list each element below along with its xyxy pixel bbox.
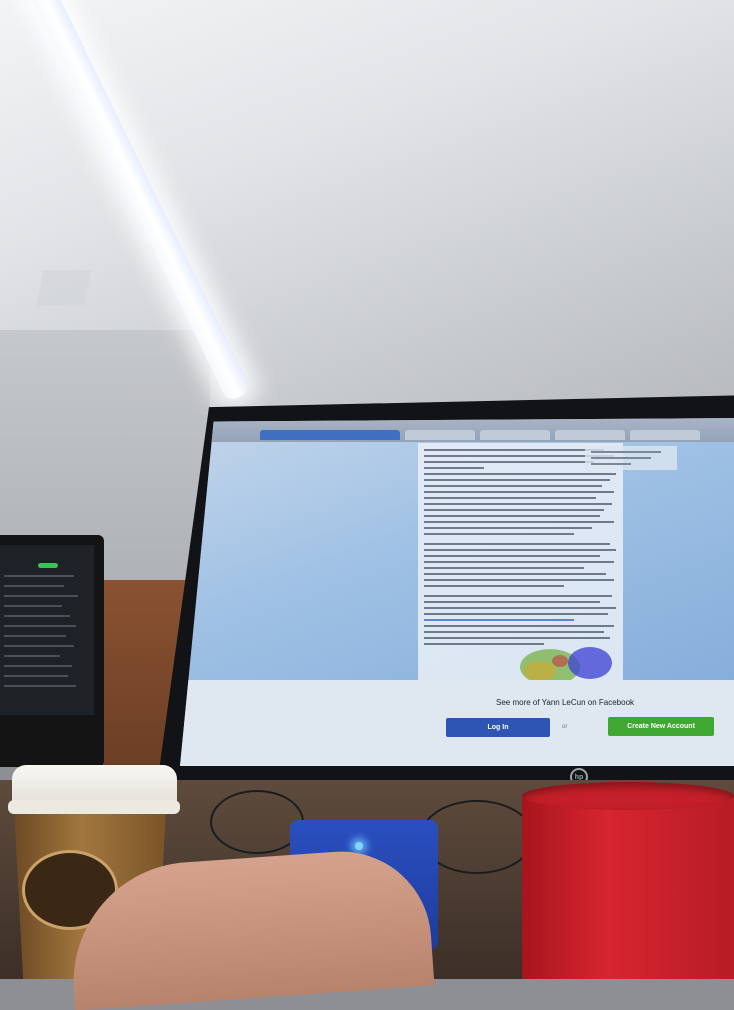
list-item <box>4 685 76 687</box>
list-item <box>4 665 72 667</box>
post-text-line <box>424 555 600 557</box>
post-text-line <box>424 631 604 633</box>
post-text-line <box>424 497 596 499</box>
cup-lid-rim <box>8 800 180 814</box>
or-separator: or <box>562 724 568 730</box>
browser-tab[interactable] <box>630 430 700 440</box>
list-item <box>4 675 68 677</box>
post-text-line <box>424 573 606 575</box>
monitor-screen: See more of Yann LeCun on Facebook Log I… <box>180 418 734 766</box>
list-item <box>4 645 74 647</box>
post-text-line <box>424 461 594 463</box>
browser-tab[interactable] <box>555 430 625 440</box>
post-text-line <box>424 543 610 545</box>
post-text-line <box>424 491 614 493</box>
list-item <box>4 595 78 597</box>
list-item <box>4 615 70 617</box>
post-text-line <box>424 549 616 551</box>
post-text-line <box>424 567 584 569</box>
post-text-line <box>424 533 574 535</box>
create-account-button[interactable]: Create New Account <box>608 717 714 736</box>
post-text-line <box>424 521 614 523</box>
ceiling-vent <box>36 270 92 306</box>
post-text-line <box>424 449 604 451</box>
post-text-line <box>424 527 592 529</box>
post-text-line <box>424 613 608 615</box>
browser-toolbar <box>180 418 734 442</box>
sidebar-card <box>585 446 677 470</box>
sidebar-text-line <box>591 457 651 459</box>
post-text-line <box>424 579 614 581</box>
post-text-line <box>424 467 484 469</box>
post-link[interactable] <box>424 619 574 621</box>
login-button[interactable]: Log In <box>446 718 550 737</box>
status-badge <box>38 563 58 568</box>
post-text-line <box>424 607 616 609</box>
list-item <box>4 585 64 587</box>
speaker-led <box>355 842 363 850</box>
post-text-line <box>424 625 614 627</box>
post-text-line <box>424 515 600 517</box>
list-item <box>4 635 66 637</box>
browser-tab[interactable] <box>405 430 475 440</box>
sidebar-text-line <box>591 451 661 453</box>
post-text-line <box>424 601 600 603</box>
red-mug-icon <box>522 782 734 979</box>
post-text-line <box>424 637 610 639</box>
sidebar-text-line <box>591 463 631 465</box>
post-text-line <box>424 473 616 475</box>
post-text-line <box>424 509 604 511</box>
list-item <box>4 625 76 627</box>
list-item <box>4 575 74 577</box>
mug-rim <box>522 782 734 810</box>
list-item <box>4 655 60 657</box>
facebook-prompt: See more of Yann LeCun on Facebook <box>496 698 635 707</box>
post-text-line <box>424 485 602 487</box>
browser-tab[interactable] <box>260 430 400 440</box>
post-text-line <box>424 479 610 481</box>
browser-tab[interactable] <box>480 430 550 440</box>
post-text-line <box>424 585 564 587</box>
list-item <box>4 605 62 607</box>
post-text-line <box>424 503 612 505</box>
secondary-monitor-screen <box>0 545 94 715</box>
post-text-line <box>424 561 614 563</box>
post-text-line <box>424 595 612 597</box>
